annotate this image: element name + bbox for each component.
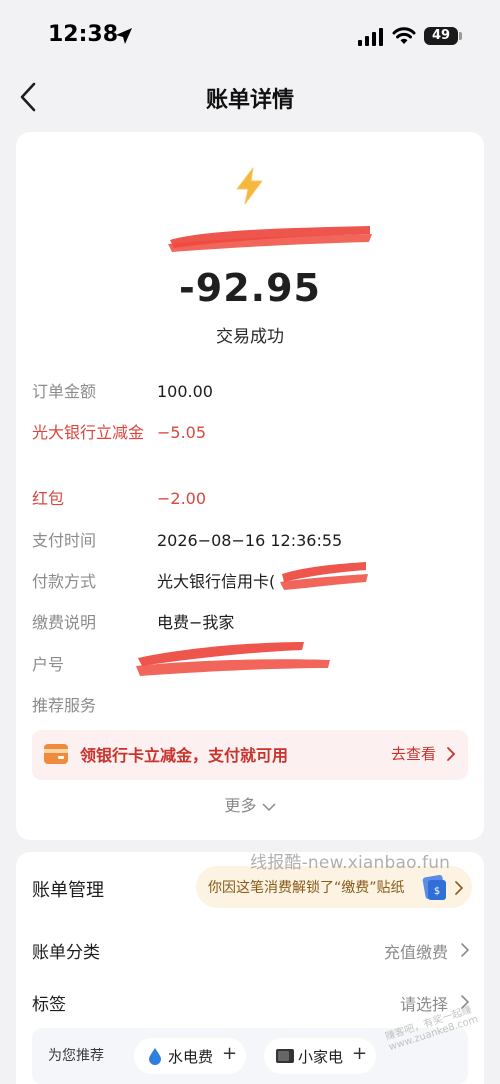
water-drop-icon	[149, 1048, 161, 1065]
cellular-signal-icon	[358, 28, 383, 46]
sticker-icon: $	[422, 874, 446, 900]
battery-tip	[459, 32, 462, 40]
status-time: 12:38	[48, 22, 119, 47]
red-packet-label: 红包	[32, 489, 65, 508]
order-amount-label: 订单金额	[32, 382, 97, 401]
bill-category-label: 账单分类	[32, 943, 100, 963]
transaction-detail-card: -92.95 交易成功 订单金额 100.00 光大银行立减金 −5.05 红包…	[16, 132, 484, 840]
transaction-status: 交易成功	[216, 327, 284, 347]
red-packet-value: −2.00	[157, 489, 207, 508]
payment-method-value: 光大银行信用卡(	[157, 572, 276, 591]
plus-icon: +	[222, 1043, 238, 1064]
bill-management-title: 账单管理	[32, 880, 104, 901]
chip-label: 小家电	[298, 1048, 344, 1066]
account-number-label: 户号	[32, 655, 65, 674]
bill-management-card: 账单管理 你因这笔消费解锁了“缴费”贴纸 $ 账单分类 充值缴费 标签 请选择 …	[16, 852, 484, 1084]
redaction-mark-account	[136, 642, 330, 676]
chip-small-appliance[interactable]: 小家电 +	[264, 1038, 376, 1074]
bank-discount-value: −5.05	[157, 423, 207, 442]
chevron-right-icon	[447, 747, 456, 761]
promo-view-link[interactable]: 去查看	[391, 743, 436, 764]
watermark: 线报酷-new.xianbao.fun	[250, 853, 451, 873]
redaction-mark-card	[280, 562, 368, 590]
recommend-label: 为您推荐	[48, 1048, 104, 1064]
payment-method-label: 付款方式	[32, 572, 97, 591]
chevron-right-icon	[461, 943, 470, 957]
bank-discount-label: 光大银行立减金	[32, 423, 145, 442]
payment-time-value: 2026−08−16 12:36:55	[157, 531, 343, 550]
battery-indicator: 49	[424, 27, 458, 45]
bill-category-value[interactable]: 充值缴费	[384, 939, 448, 963]
plus-icon: +	[352, 1043, 368, 1064]
transaction-amount: -92.95	[179, 266, 321, 310]
fee-note-label: 缴费说明	[32, 613, 97, 632]
page-title: 账单详情	[205, 88, 294, 113]
chip-label: 水电费	[168, 1048, 214, 1066]
lightning-icon	[236, 167, 263, 205]
order-amount-value: 100.00	[157, 382, 213, 401]
fee-note-value: 电费−我家	[157, 613, 235, 632]
promo-text: 领银行卡立减金，支付就可用	[80, 746, 289, 765]
chip-water-electric[interactable]: 水电费 +	[134, 1038, 246, 1074]
appliance-icon	[276, 1049, 294, 1063]
status-bar: 12:38 49	[0, 0, 500, 70]
payment-time-label: 支付时间	[32, 531, 97, 550]
chevron-down-icon	[262, 802, 276, 811]
sticker-unlock-text: 你因这笔消费解锁了“缴费”贴纸	[208, 880, 405, 896]
more-button[interactable]: 更多	[16, 792, 484, 816]
redaction-mark-merchant	[168, 226, 372, 252]
recommended-service-label: 推荐服务	[32, 696, 97, 715]
tag-label: 标签	[32, 995, 66, 1015]
more-label: 更多	[224, 796, 257, 815]
location-arrow-icon	[116, 28, 132, 44]
promo-banner[interactable]: 领银行卡立减金，支付就可用 去查看	[32, 730, 468, 780]
svg-text:$: $	[434, 886, 440, 897]
chevron-right-icon	[455, 881, 464, 895]
wifi-icon	[392, 27, 416, 44]
credit-card-icon	[44, 744, 68, 764]
